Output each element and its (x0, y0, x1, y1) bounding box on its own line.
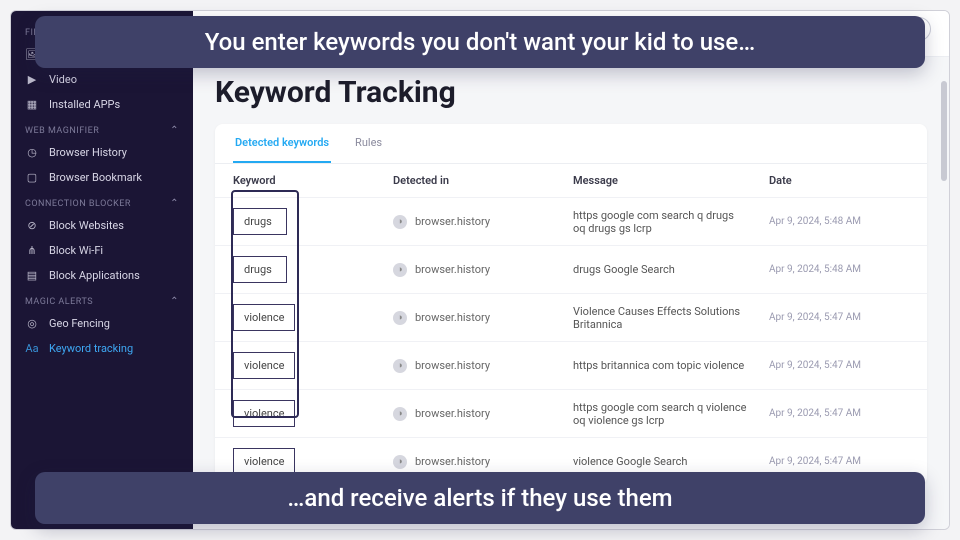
sidebar-item-icon: Aa (25, 342, 39, 355)
sidebar-section-label: MAGIC ALERTS (25, 297, 93, 307)
sidebar-item[interactable]: ▤ Block Applications (11, 263, 193, 288)
cell-date: Apr 9, 2024, 5:48 AM (769, 216, 909, 227)
sidebar-item-label: Keyword tracking (49, 342, 133, 355)
cell-message: https google com search q drugs oq drugs… (573, 209, 769, 235)
sidebar-item[interactable]: ▦ Installed APPs (11, 92, 193, 117)
cell-keyword: violence (233, 304, 393, 331)
sidebar-section-label: CONNECTION BLOCKER (25, 199, 131, 209)
keyword-chip: violence (233, 448, 295, 475)
cell-detected-in: ◑browser.history (393, 311, 573, 325)
app-frame: FILES FINDER⌃🖼Photo▶Video▦Installed APPs… (10, 10, 950, 530)
table-row[interactable]: violence ◑browser.history https britanni… (215, 341, 927, 389)
sidebar-item-label: Block Websites (49, 219, 124, 232)
sidebar-item-label: Block Wi-Fi (49, 244, 103, 257)
col-date: Date (769, 174, 909, 187)
sidebar-item-label: Browser History (49, 146, 127, 159)
callout-bottom: …and receive alerts if they use them (35, 472, 925, 524)
clock-icon: ◑ (393, 311, 407, 325)
sidebar-item-icon: ▦ (25, 98, 39, 111)
sidebar-item-icon: ▤ (25, 269, 39, 282)
keyword-chip: drugs (233, 208, 287, 235)
sidebar-item-label: Video (49, 73, 77, 86)
table-row[interactable]: violence ◑browser.history Violence Cause… (215, 293, 927, 341)
cell-date: Apr 9, 2024, 5:47 AM (769, 312, 909, 323)
sidebar-item[interactable]: ⋔ Block Wi-Fi (11, 238, 193, 263)
sidebar-item-label: Installed APPs (49, 98, 120, 111)
cell-keyword: drugs (233, 208, 393, 235)
sidebar-item-icon: ◷ (25, 146, 39, 159)
cell-detected-in: ◑browser.history (393, 407, 573, 421)
col-detected-in: Detected in (393, 174, 573, 187)
sidebar-section-header[interactable]: CONNECTION BLOCKER ⌃ (11, 190, 193, 213)
callout-top-text: You enter keywords you don't want your k… (205, 28, 756, 56)
clock-icon: ◑ (393, 407, 407, 421)
sidebar-item-icon: ▢ (25, 171, 39, 184)
table-row[interactable]: drugs ◑browser.history https google com … (215, 197, 927, 245)
cell-keyword: violence (233, 400, 393, 427)
table-header: Keyword Detected in Message Date (215, 164, 927, 197)
keyword-chip: violence (233, 352, 295, 379)
cell-detected-in: ◑browser.history (393, 215, 573, 229)
sidebar: FILES FINDER⌃🖼Photo▶Video▦Installed APPs… (11, 11, 193, 529)
cell-detected-in: ◑browser.history (393, 455, 573, 469)
chevron-up-icon: ⌃ (170, 198, 179, 209)
tab[interactable]: Rules (353, 124, 384, 163)
cell-keyword: drugs (233, 256, 393, 283)
sidebar-section-header[interactable]: MAGIC ALERTS ⌃ (11, 288, 193, 311)
table-row[interactable]: drugs ◑browser.history drugs Google Sear… (215, 245, 927, 293)
col-message: Message (573, 174, 769, 187)
col-keyword: Keyword (233, 174, 393, 187)
sidebar-item[interactable]: ▶ Video (11, 67, 193, 92)
sidebar-section-label: WEB MAGNIFIER (25, 126, 99, 136)
cell-message: https google com search q violence oq vi… (573, 401, 769, 427)
cell-keyword: violence (233, 448, 393, 475)
main-panel: ✓ SM-A217F Android Monitoring ⌄ + ADD NE… (193, 11, 949, 529)
keyword-chip: violence (233, 304, 295, 331)
sidebar-item[interactable]: ◷ Browser History (11, 140, 193, 165)
cell-message: drugs Google Search (573, 263, 769, 276)
callout-top: You enter keywords you don't want your k… (35, 16, 925, 68)
sidebar-section-header[interactable]: WEB MAGNIFIER ⌃ (11, 117, 193, 140)
clock-icon: ◑ (393, 263, 407, 277)
callout-bottom-text: …and receive alerts if they use them (287, 484, 672, 512)
cell-date: Apr 9, 2024, 5:47 AM (769, 360, 909, 371)
clock-icon: ◑ (393, 215, 407, 229)
cell-detected-in: ◑browser.history (393, 359, 573, 373)
cell-message: Violence Causes Effects Solutions Britan… (573, 305, 769, 331)
page-title: Keyword Tracking (215, 75, 927, 110)
table-row[interactable]: violence ◑browser.history https google c… (215, 389, 927, 437)
sidebar-item-icon: ◎ (25, 317, 39, 330)
cell-message: violence Google Search (573, 455, 769, 468)
sidebar-item-label: Block Applications (49, 269, 140, 282)
tab[interactable]: Detected keywords (233, 124, 331, 163)
sidebar-item[interactable]: Aa Keyword tracking (11, 336, 193, 361)
cell-date: Apr 9, 2024, 5:48 AM (769, 264, 909, 275)
app-root: FILES FINDER⌃🖼Photo▶Video▦Installed APPs… (11, 11, 949, 529)
cell-detected-in: ◑browser.history (393, 263, 573, 277)
sidebar-item[interactable]: ⊘ Block Websites (11, 213, 193, 238)
sidebar-item-label: Geo Fencing (49, 317, 110, 330)
content-area: Keyword Tracking Detected keywords Rules … (193, 57, 949, 503)
sidebar-item-label: Browser Bookmark (49, 171, 142, 184)
cell-date: Apr 9, 2024, 5:47 AM (769, 408, 909, 419)
keywords-card: Detected keywords Rules Keyword Detected … (215, 124, 927, 485)
sidebar-item[interactable]: ▢ Browser Bookmark (11, 165, 193, 190)
clock-icon: ◑ (393, 455, 407, 469)
cell-date: Apr 9, 2024, 5:47 AM (769, 456, 909, 467)
chevron-up-icon: ⌃ (170, 125, 179, 136)
clock-icon: ◑ (393, 359, 407, 373)
sidebar-item[interactable]: ◎ Geo Fencing (11, 311, 193, 336)
cell-keyword: violence (233, 352, 393, 379)
sidebar-item-icon: ⊘ (25, 219, 39, 232)
tabs: Detected keywords Rules (215, 124, 927, 164)
sidebar-item-icon: ⋔ (25, 244, 39, 257)
keyword-chip: violence (233, 400, 295, 427)
keyword-chip: drugs (233, 256, 287, 283)
cell-message: https britannica com topic violence (573, 359, 769, 372)
sidebar-item-icon: ▶ (25, 73, 39, 86)
chevron-up-icon: ⌃ (170, 296, 179, 307)
table-body: drugs ◑browser.history https google com … (215, 197, 927, 485)
